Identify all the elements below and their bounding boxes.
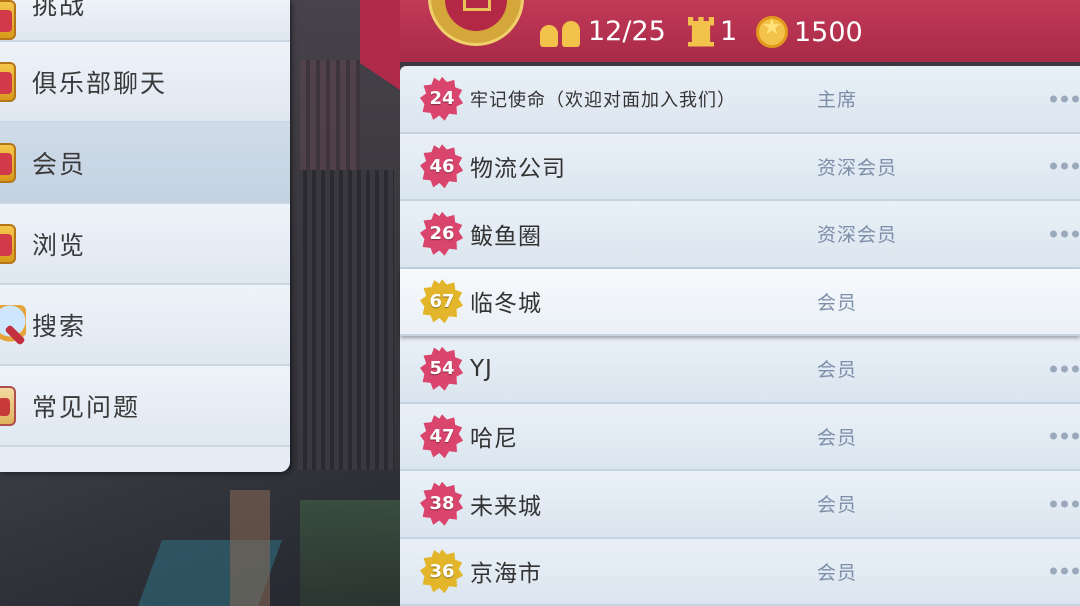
menu-item-faq[interactable]: 常见问题: [0, 366, 290, 447]
menu-item-label: 常见问题: [32, 392, 141, 422]
menu-item-browse[interactable]: 浏览: [0, 204, 290, 285]
member-count: 12/25: [588, 16, 666, 47]
level-badge: 36: [420, 549, 464, 593]
member-count-stat: 12/25: [540, 16, 666, 47]
coin-count: 1500: [794, 16, 863, 48]
level-badge: 46: [420, 144, 464, 188]
more-options-icon[interactable]: [1050, 230, 1079, 238]
members-icon: [0, 142, 16, 183]
member-role: 资深会员: [817, 224, 898, 247]
more-options-icon[interactable]: [1050, 162, 1079, 170]
park: [300, 500, 400, 606]
member-list: 24 牢记使命（欢迎对面加入我们） 主席 46 物流公司 资深会员 26 鲅鱼圈…: [400, 66, 1080, 606]
club-chat-icon: [0, 61, 16, 102]
member-name: 哈尼: [470, 426, 518, 453]
member-row[interactable]: 38 未来城 会员: [400, 471, 1080, 539]
coin-stat: 1500: [756, 15, 863, 48]
member-row-self[interactable]: 67 临冬城 会员: [400, 268, 1080, 336]
menu-item-club-chat[interactable]: 俱乐部聊天: [0, 42, 290, 123]
member-name: 未来城: [470, 493, 542, 520]
level-badge: 38: [420, 482, 464, 526]
cathedral: [298, 170, 394, 470]
member-role: 会员: [817, 561, 858, 584]
magnifier-icon: [0, 304, 26, 346]
tower-icon: [688, 16, 714, 47]
tower-stat: 1: [688, 16, 737, 47]
menu-item-label: 俱乐部聊天: [32, 68, 168, 98]
people-icon: [540, 17, 582, 47]
member-row[interactable]: 36 京海市 会员: [400, 538, 1080, 606]
member-name: 鲅鱼圈: [470, 223, 542, 250]
level-badge: 24: [420, 77, 464, 121]
member-role: 会员: [817, 359, 858, 382]
menu-item-label: 浏览: [32, 230, 87, 260]
more-options-icon[interactable]: [1050, 432, 1079, 440]
member-row[interactable]: 24 牢记使命（欢迎对面加入我们） 主席: [400, 66, 1080, 134]
member-role: 资深会员: [817, 156, 898, 179]
member-name: 京海市: [470, 561, 542, 588]
menu-item-members[interactable]: 会员: [0, 123, 290, 204]
faq-icon: [0, 385, 16, 426]
member-role: 主席: [817, 89, 858, 112]
member-role: 会员: [817, 494, 858, 517]
more-options-icon[interactable]: [1050, 365, 1079, 373]
member-row[interactable]: 26 鲅鱼圈 资深会员: [400, 201, 1080, 269]
browse-icon: [0, 223, 16, 264]
tower-count: 1: [720, 16, 738, 47]
menu-item-label: 挑战: [32, 0, 87, 20]
club-side-menu: 挑战 俱乐部聊天 会员 浏览 搜索 常见问题: [0, 0, 290, 472]
menu-item-search[interactable]: 搜索: [0, 285, 290, 366]
member-role: 会员: [817, 426, 858, 449]
more-options-icon[interactable]: [1050, 95, 1079, 103]
level-badge: 67: [420, 279, 464, 323]
member-name: 临冬城: [470, 291, 542, 318]
level-badge: 54: [420, 347, 464, 391]
member-role: 会员: [817, 291, 858, 314]
building: [230, 490, 270, 606]
member-name: 牢记使命（欢迎对面加入我们）: [470, 89, 736, 111]
member-row[interactable]: 54 YJ 会员: [400, 336, 1080, 404]
menu-item-label: 会员: [32, 149, 87, 179]
menu-item-challenge[interactable]: 挑战: [0, 0, 290, 42]
more-options-icon[interactable]: [1050, 567, 1079, 575]
building: [300, 60, 360, 180]
menu-item-label: 搜索: [32, 311, 87, 341]
challenge-icon: [0, 0, 16, 40]
more-options-icon[interactable]: [1050, 500, 1079, 508]
member-row[interactable]: 47 哈尼 会员: [400, 403, 1080, 471]
member-name: 物流公司: [470, 156, 566, 183]
coin-icon: [756, 15, 788, 48]
level-badge: 47: [420, 414, 464, 458]
member-row[interactable]: 46 物流公司 资深会员: [400, 133, 1080, 201]
level-badge: 26: [420, 212, 464, 256]
member-name: YJ: [470, 355, 493, 382]
